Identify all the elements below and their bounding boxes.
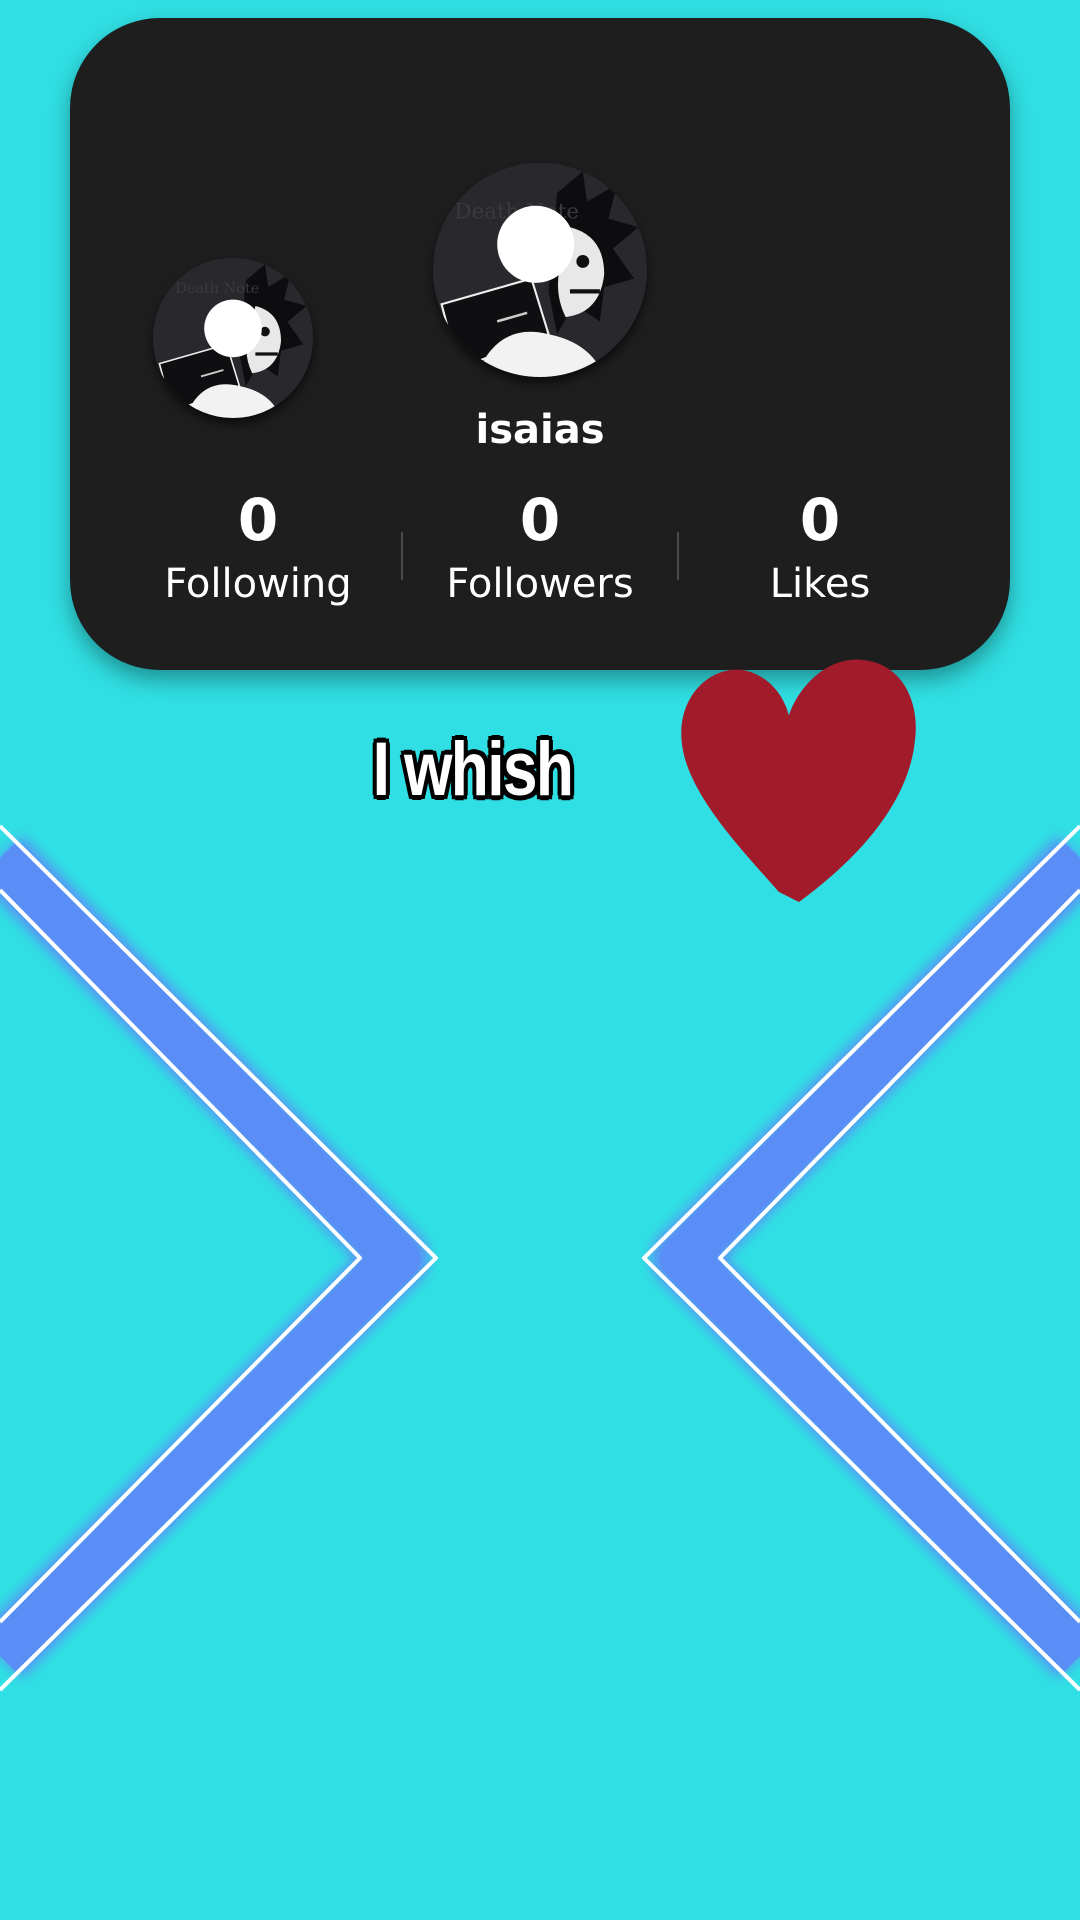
right-chevron-shape	[642, 824, 1080, 1692]
profile-username: isaias	[475, 407, 605, 453]
likes-label: Likes	[769, 561, 871, 607]
stat-divider	[401, 532, 403, 580]
stat-following[interactable]: 0 Following	[128, 484, 388, 612]
secondary-avatar[interactable]: Death Note	[153, 258, 313, 418]
likes-count: 0	[799, 486, 841, 554]
heart-icon	[681, 659, 916, 902]
death-note-ryuk-avatar-icon: Death Note	[433, 163, 647, 377]
stat-divider	[677, 532, 679, 580]
video-caption: I whish	[372, 727, 574, 812]
followers-label: Followers	[446, 561, 634, 607]
following-count: 0	[237, 486, 279, 554]
svg-text:Death Note: Death Note	[175, 281, 259, 297]
followers-count: 0	[519, 486, 561, 554]
stat-likes[interactable]: 0 Likes	[690, 484, 950, 612]
stat-followers[interactable]: 0 Followers	[410, 484, 670, 612]
death-note-ryuk-avatar-icon: Death Note	[153, 258, 313, 418]
following-label: Following	[164, 561, 352, 607]
left-chevron-shape	[0, 824, 438, 1692]
profile-avatar[interactable]: Death Note	[433, 163, 647, 377]
